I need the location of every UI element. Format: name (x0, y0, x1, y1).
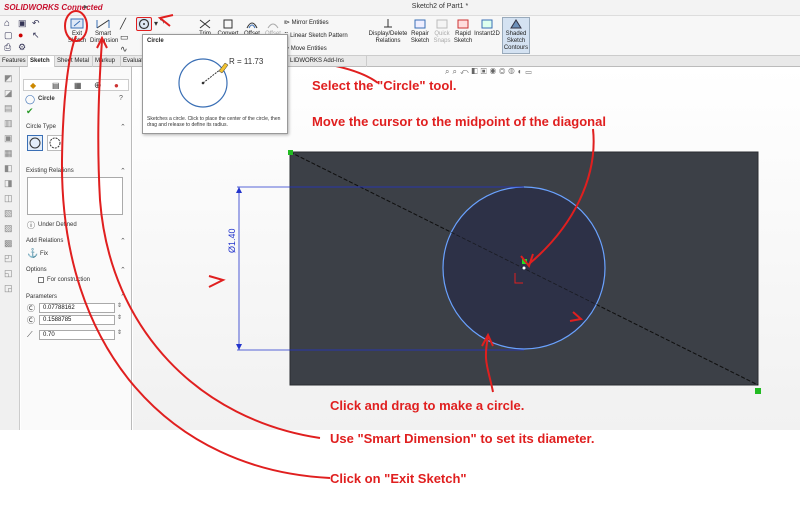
annotation-move-cursor: Move the cursor to the midpoint of the d… (312, 114, 606, 129)
annotation-select-circle: Select the "Circle" tool. (312, 78, 457, 93)
annotation-exit-sketch: Click on "Exit Sketch" (330, 471, 467, 486)
tooltip-circle-illustration (178, 58, 229, 108)
annotation-click-drag: Click and drag to make a circle. (330, 398, 525, 413)
tooltip-title: Circle (147, 38, 164, 44)
tooltip-radius-label: R = 11.73 (229, 57, 264, 66)
annotation-smart-dimension: Use "Smart Dimension" to set its diamete… (330, 431, 595, 446)
circle-tooltip: Circle R = 11.73 Sketches a circle. Clic… (142, 34, 288, 134)
arrow-head-circle-tool (157, 14, 174, 27)
tooltip-description: Sketches a circle. Click to place the ce… (147, 116, 281, 128)
